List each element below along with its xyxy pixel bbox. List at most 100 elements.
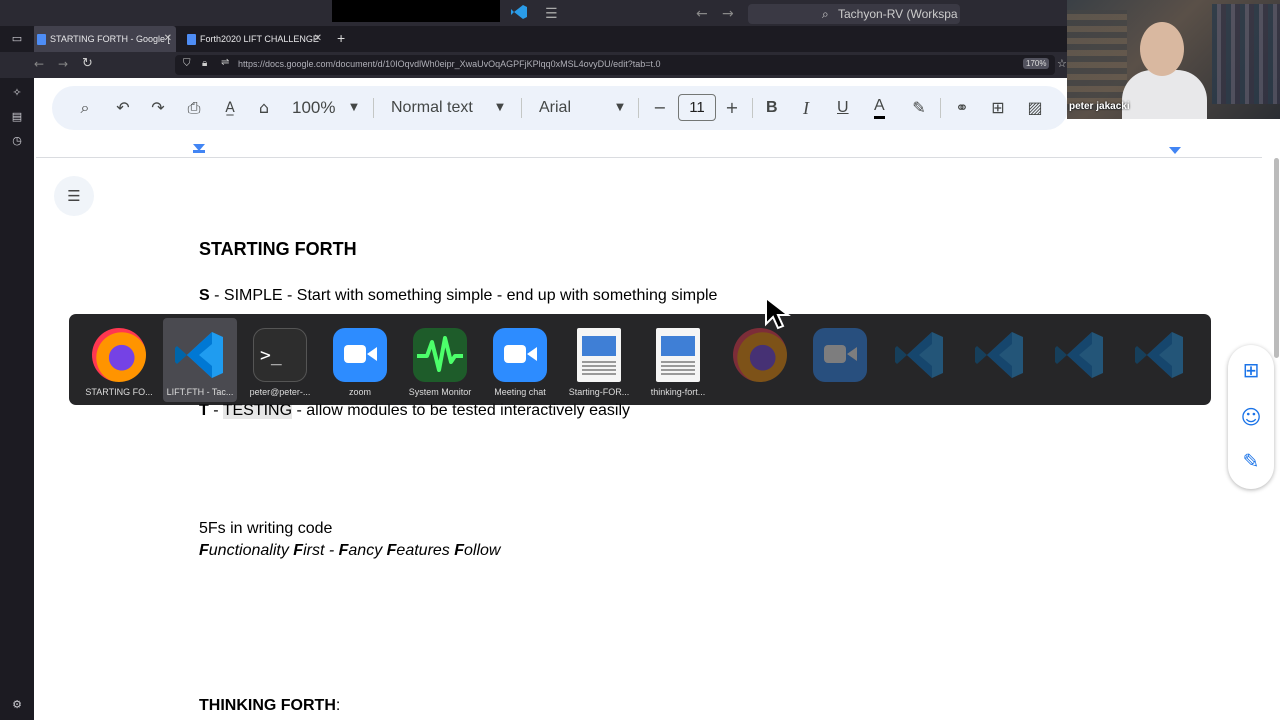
back-icon[interactable]: ←: [34, 57, 44, 71]
bold-f: F: [199, 542, 209, 559]
app-switcher: [69, 314, 1211, 405]
zoom-icon: [493, 328, 547, 382]
tab-forth2020-lift-challenge[interactable]: Forth2020 LIFT CHALLENGE ✕: [182, 26, 326, 52]
switcher-item-system-monitor[interactable]: System Monitor: [403, 318, 477, 402]
switcher-label: Meeting chat: [494, 387, 546, 397]
bold-f: F: [386, 542, 397, 559]
font-family-select[interactable]: Arial: [539, 95, 571, 121]
italic-button[interactable]: I: [803, 95, 809, 121]
chevron-down-icon[interactable]: ▼: [345, 95, 363, 121]
bookmark-star-icon[interactable]: ☆: [1057, 57, 1067, 70]
tab-starting-forth[interactable]: STARTING FORTH - Google [ ✕: [32, 26, 176, 52]
switcher-item-vscode[interactable]: LIFT.FTH - Tac...: [163, 318, 237, 402]
paragraph-style-select[interactable]: Normal text: [391, 95, 473, 121]
permissions-icon[interactable]: ⇌: [221, 57, 229, 68]
insert-image-icon[interactable]: ▨: [1024, 95, 1046, 121]
extensions-icon[interactable]: ✧: [10, 86, 24, 100]
chevron-down-icon[interactable]: ▼: [491, 95, 509, 121]
text-color-button[interactable]: A: [874, 95, 885, 119]
switcher-item-thinking-forth-doc[interactable]: thinking-fort...: [641, 318, 715, 402]
reload-icon[interactable]: ↻: [82, 56, 93, 71]
redo-icon[interactable]: ↷: [147, 95, 169, 121]
document-outline-button[interactable]: ☰: [54, 176, 94, 216]
heading-starting-forth[interactable]: STARTING FORTH: [199, 239, 357, 260]
switcher-item-vscode-4[interactable]: [1043, 318, 1117, 402]
ruler: [36, 140, 1262, 158]
add-comment-icon[interactable]: ⊞: [987, 95, 1009, 121]
bold-button[interactable]: B: [766, 95, 778, 121]
add-emoji-reaction-icon[interactable]: ☺: [1238, 404, 1264, 430]
switcher-item-zoom[interactable]: zoom: [323, 318, 397, 402]
paint-format-icon[interactable]: ⌂: [253, 95, 275, 121]
menu-icon[interactable]: ☰: [545, 6, 558, 22]
print-icon[interactable]: ⎙: [183, 95, 205, 121]
underline-button[interactable]: U: [837, 95, 849, 121]
search-menus-icon[interactable]: ⌕: [74, 95, 96, 121]
tabs-icon[interactable]: ▭: [10, 32, 24, 46]
switcher-label: zoom: [348, 387, 371, 397]
background-shelf: [1212, 4, 1280, 104]
switcher-item-starting-forth-doc[interactable]: Starting-FOR...: [562, 318, 636, 402]
mouse-pointer-icon: [763, 295, 793, 330]
switcher-item-zoom-2[interactable]: [803, 318, 877, 402]
add-comment-icon[interactable]: ⊞: [1238, 357, 1264, 383]
toolbar-divider: [752, 98, 753, 118]
suggest-edits-icon[interactable]: ✎: [1238, 448, 1264, 474]
word: unctionality: [208, 542, 294, 559]
switcher-item-firefox-2[interactable]: [723, 318, 797, 402]
font-size-input[interactable]: 11: [678, 94, 716, 121]
zoom-select[interactable]: 100%: [292, 95, 335, 121]
forward-arrow-icon[interactable]: →: [722, 6, 734, 22]
settings-gear-icon[interactable]: ⚙: [10, 698, 24, 712]
word: irst -: [303, 542, 339, 559]
switcher-item-vscode-3[interactable]: [963, 318, 1037, 402]
system-monitor-icon: [413, 328, 467, 382]
first-line-indent-marker[interactable]: [193, 150, 205, 153]
bookmarks-icon[interactable]: ▤: [10, 110, 24, 124]
shield-icon[interactable]: ⛉: [183, 58, 191, 69]
increase-font-size-button[interactable]: +: [722, 95, 742, 121]
url-text[interactable]: https://docs.google.com/document/d/10IOq…: [238, 59, 660, 69]
forward-icon[interactable]: →: [58, 57, 68, 71]
highlight-pen-icon[interactable]: ✎: [908, 95, 930, 121]
right-indent-marker[interactable]: [1169, 147, 1181, 154]
functionality-first-line[interactable]: Functionality First - Fancy Features Fol…: [199, 542, 500, 560]
command-center-search[interactable]: ⌕ Tachyon-RV (Workspa: [748, 4, 960, 24]
insert-link-icon[interactable]: ⚭: [951, 95, 973, 121]
switcher-item-terminal[interactable]: >_ peter@peter-...: [243, 318, 317, 402]
participant-name: peter jakacki: [1069, 101, 1130, 112]
vscode-icon[interactable]: [510, 4, 528, 20]
new-tab-button[interactable]: +: [337, 30, 345, 46]
firefox-icon: [733, 328, 787, 382]
simple-text: - SIMPLE - Start with something simple -…: [209, 287, 718, 304]
heading-thinking-forth[interactable]: THINKING FORTH:: [199, 697, 340, 715]
vscode-icon: [973, 328, 1027, 382]
zoom-icon: [813, 328, 867, 382]
switcher-item-vscode-5[interactable]: [1123, 318, 1197, 402]
lock-icon[interactable]: 🔒︎: [202, 58, 207, 69]
browser-sidebar: ▭ ◧ ✧ ▤ ◷ ⚙: [0, 26, 34, 720]
toolbar-divider: [638, 98, 639, 118]
vscode-icon: [893, 328, 947, 382]
back-arrow-icon[interactable]: ←: [696, 6, 708, 22]
spellcheck-icon[interactable]: A̲: [219, 95, 241, 121]
history-icon[interactable]: ◷: [10, 134, 24, 148]
switcher-item-vscode-2[interactable]: [883, 318, 957, 402]
word: eatures: [396, 542, 455, 559]
close-tab-icon[interactable]: ✕: [164, 26, 172, 52]
simple-line[interactable]: S - SIMPLE - Start with something simple…: [199, 287, 717, 305]
switcher-label: thinking-fort...: [650, 387, 706, 397]
person-body: [1122, 70, 1207, 119]
five-fs-line[interactable]: 5Fs in writing code: [199, 520, 332, 538]
chevron-down-icon[interactable]: ▼: [611, 95, 629, 121]
vscode-icon: [173, 328, 227, 382]
decrease-font-size-button[interactable]: −: [650, 95, 670, 121]
switcher-item-meeting-chat[interactable]: Meeting chat: [483, 318, 557, 402]
undo-icon[interactable]: ↶: [112, 95, 134, 121]
switcher-item-firefox[interactable]: STARTING FO...: [82, 318, 156, 402]
zoom-level-badge[interactable]: 170%: [1023, 58, 1050, 69]
browser-tab-strip: STARTING FORTH - Google [ ✕ Forth2020 LI…: [0, 26, 1068, 52]
s-letter: S: [199, 287, 210, 304]
close-tab-icon[interactable]: ✕: [314, 26, 322, 52]
document-scrollbar[interactable]: [1274, 158, 1279, 358]
